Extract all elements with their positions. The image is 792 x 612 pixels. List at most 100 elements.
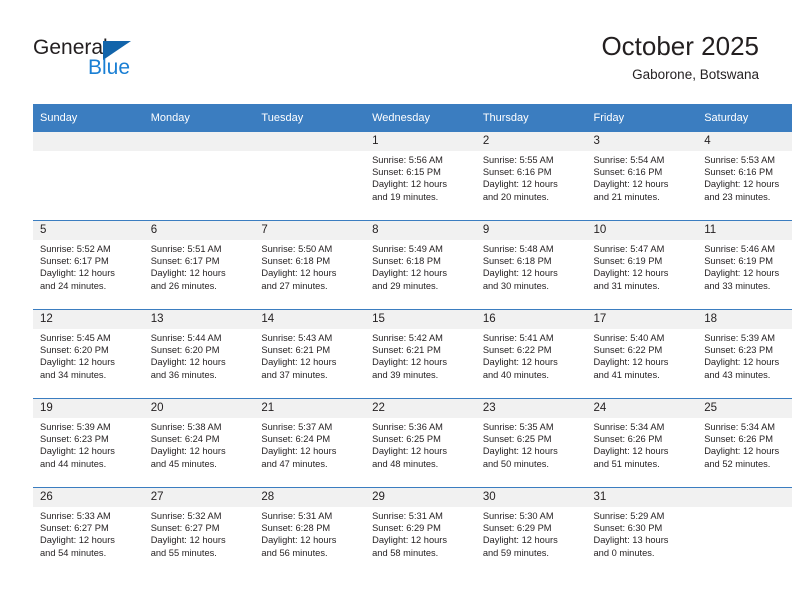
day-details: Sunrise: 5:46 AM Sunset: 6:19 PM Daylight:…: [697, 240, 792, 292]
day-details: Sunrise: 5:31 AM Sunset: 6:28 PM Daylight:…: [254, 507, 365, 559]
daylight-text-line1: Daylight: 12 hours: [150, 357, 226, 368]
calendar-day-cell[interactable]: 7 Sunrise: 5:50 AM Sunset: 6:18 PM Daylight…: [254, 220, 366, 310]
sunrise-text: Sunrise: 5:51 AM: [150, 244, 222, 254]
calendar-day-cell[interactable]: 21 Sunrise: 5:37 AM Sunset: 6:24 PM Dayligh…: [254, 398, 366, 488]
calendar-body: 1 Sunrise: 5:56 AM Sunset: 6:15 PM Daylight…: [33, 132, 792, 576]
day-number: 30: [475, 488, 587, 507]
day-details: Sunrise: 5:41 AM Sunset: 6:22 PM Daylight:…: [476, 329, 587, 381]
day-number: 14: [254, 310, 366, 329]
page-header: General Blue October 2025 Gaborone, Bots…: [0, 0, 792, 104]
daylight-text-line1: Daylight: 12 hours: [372, 268, 448, 279]
day-details: Sunrise: 5:30 AM Sunset: 6:29 PM Daylight:…: [476, 507, 587, 559]
day-number: 28: [254, 488, 366, 507]
day-number: 11: [697, 221, 792, 240]
daylight-text-line1: Daylight: 12 hours: [482, 535, 558, 546]
day-details: Sunrise: 5:56 AM Sunset: 6:15 PM Daylight:…: [365, 151, 476, 203]
calendar-day-cell[interactable]: 24 Sunrise: 5:34 AM Sunset: 6:26 PM Dayligh…: [586, 398, 698, 488]
sunrise-text: Sunrise: 5:39 AM: [40, 422, 111, 432]
calendar-day-cell[interactable]: 23 Sunrise: 5:35 AM Sunset: 6:25 PM Dayligh…: [475, 398, 587, 488]
sunrise-text: Sunrise: 5:39 AM: [704, 333, 776, 343]
calendar-day-cell[interactable]: 1 Sunrise: 5:56 AM Sunset: 6:15 PM Daylight…: [365, 132, 476, 221]
day-number: 2: [475, 132, 587, 151]
calendar-day-cell[interactable]: 3 Sunrise: 5:54 AM Sunset: 6:16 PM Daylight…: [586, 132, 698, 221]
calendar-day-cell[interactable]: 19 Sunrise: 5:39 AM Sunset: 6:23 PM Dayligh…: [33, 398, 144, 488]
calendar-day-cell[interactable]: 4 Sunrise: 5:53 AM Sunset: 6:16 PM Daylight…: [697, 132, 792, 221]
day-number: 19: [33, 399, 144, 418]
calendar-day-cell[interactable]: 27 Sunrise: 5:32 AM Sunset: 6:27 PM Dayligh…: [143, 487, 255, 576]
day-number: 18: [697, 310, 792, 329]
calendar-week-row: 5 Sunrise: 5:52 AM Sunset: 6:17 PM Daylight…: [33, 220, 792, 310]
weekday-header-row: Sunday Monday Tuesday Wednesday Thursday…: [33, 104, 792, 132]
calendar-day-cell[interactable]: 14 Sunrise: 5:43 AM Sunset: 6:21 PM Dayligh…: [254, 309, 366, 399]
day-details: Sunrise: 5:38 AM Sunset: 6:24 PM Daylight:…: [144, 418, 255, 470]
sunrise-text: Sunrise: 5:31 AM: [261, 511, 333, 521]
sunset-text: Sunset: 6:21 PM: [261, 345, 331, 356]
calendar-day-cell[interactable]: 12 Sunrise: 5:45 AM Sunset: 6:20 PM Dayligh…: [33, 309, 144, 399]
calendar-day-cell[interactable]: 13 Sunrise: 5:44 AM Sunset: 6:20 PM Dayligh…: [143, 309, 255, 399]
calendar-table: Sunday Monday Tuesday Wednesday Thursday…: [33, 104, 792, 576]
day-number: [33, 132, 144, 151]
day-details: Sunrise: 5:49 AM Sunset: 6:18 PM Daylight:…: [365, 240, 476, 292]
sunset-text: Sunset: 6:26 PM: [593, 434, 663, 445]
daylight-text-line1: Daylight: 12 hours: [40, 446, 115, 457]
logo-text-blue: Blue: [88, 56, 131, 79]
daylight-text-line1: Daylight: 12 hours: [372, 357, 448, 368]
daylight-text-line1: Daylight: 12 hours: [40, 268, 115, 279]
calendar-day-cell[interactable]: 2 Sunrise: 5:55 AM Sunset: 6:16 PM Daylight…: [475, 132, 587, 221]
day-details: Sunrise: 5:35 AM Sunset: 6:25 PM Daylight:…: [476, 418, 587, 470]
calendar-day-cell[interactable]: 10 Sunrise: 5:47 AM Sunset: 6:19 PM Dayligh…: [586, 220, 698, 310]
day-number: 27: [143, 488, 255, 507]
calendar-day-cell[interactable]: 30 Sunrise: 5:30 AM Sunset: 6:29 PM Dayligh…: [475, 487, 587, 576]
daylight-text-line1: Daylight: 12 hours: [593, 357, 669, 368]
calendar-day-cell[interactable]: 5 Sunrise: 5:52 AM Sunset: 6:17 PM Daylight…: [33, 220, 144, 310]
calendar-day-cell[interactable]: 9 Sunrise: 5:48 AM Sunset: 6:18 PM Daylight…: [475, 220, 587, 310]
daylight-text-line1: Daylight: 12 hours: [40, 535, 115, 546]
sunrise-text: Sunrise: 5:45 AM: [40, 333, 111, 343]
weekday-header-saturday: Saturday: [697, 104, 792, 132]
calendar-day-cell[interactable]: 15 Sunrise: 5:42 AM Sunset: 6:21 PM Dayligh…: [365, 309, 476, 399]
calendar-day-cell[interactable]: 11 Sunrise: 5:46 AM Sunset: 6:19 PM Dayligh…: [697, 220, 792, 310]
calendar-day-cell[interactable]: 26 Sunrise: 5:33 AM Sunset: 6:27 PM Dayligh…: [33, 487, 144, 576]
day-details: Sunrise: 5:42 AM Sunset: 6:21 PM Daylight:…: [365, 329, 476, 381]
sunset-text: Sunset: 6:16 PM: [593, 167, 663, 178]
calendar-day-cell[interactable]: 20 Sunrise: 5:38 AM Sunset: 6:24 PM Dayligh…: [143, 398, 255, 488]
daylight-text-line2: and 23 minutes.: [704, 191, 771, 202]
calendar-day-cell[interactable]: 6 Sunrise: 5:51 AM Sunset: 6:17 PM Daylight…: [143, 220, 255, 310]
day-details: Sunrise: 5:52 AM Sunset: 6:17 PM Daylight:…: [33, 240, 144, 292]
calendar-day-cell[interactable]: 31 Sunrise: 5:29 AM Sunset: 6:30 PM Dayligh…: [586, 487, 698, 576]
day-details: Sunrise: 5:51 AM Sunset: 6:17 PM Daylight:…: [144, 240, 255, 292]
day-number: [143, 132, 255, 151]
sunset-text: Sunset: 6:19 PM: [704, 256, 773, 267]
day-details: Sunrise: 5:33 AM Sunset: 6:27 PM Daylight:…: [33, 507, 144, 559]
day-details: Sunrise: 5:34 AM Sunset: 6:26 PM Daylight:…: [587, 418, 698, 470]
calendar-day-cell[interactable]: 18 Sunrise: 5:39 AM Sunset: 6:23 PM Dayligh…: [697, 309, 792, 399]
weekday-header-thursday: Thursday: [475, 104, 587, 132]
daylight-text-line2: and 30 minutes.: [482, 280, 549, 291]
calendar-day-cell[interactable]: 22 Sunrise: 5:36 AM Sunset: 6:25 PM Dayligh…: [365, 398, 476, 488]
sunrise-text: Sunrise: 5:56 AM: [372, 155, 443, 165]
sunrise-text: Sunrise: 5:40 AM: [593, 333, 665, 343]
calendar-day-cell[interactable]: 29 Sunrise: 5:31 AM Sunset: 6:29 PM Dayligh…: [365, 487, 476, 576]
daylight-text-line2: and 59 minutes.: [482, 547, 549, 558]
calendar-day-cell[interactable]: 28 Sunrise: 5:31 AM Sunset: 6:28 PM Dayligh…: [254, 487, 366, 576]
calendar-day-cell[interactable]: 8 Sunrise: 5:49 AM Sunset: 6:18 PM Daylight…: [365, 220, 476, 310]
calendar-day-cell[interactable]: 16 Sunrise: 5:41 AM Sunset: 6:22 PM Dayligh…: [475, 309, 587, 399]
weekday-header-wednesday: Wednesday: [365, 104, 476, 132]
calendar-day-cell[interactable]: 25 Sunrise: 5:34 AM Sunset: 6:26 PM Dayligh…: [697, 398, 792, 488]
day-details: Sunrise: 5:39 AM Sunset: 6:23 PM Daylight:…: [33, 418, 144, 470]
sunrise-text: Sunrise: 5:48 AM: [482, 244, 554, 254]
daylight-text-line1: Daylight: 12 hours: [704, 179, 780, 190]
day-number: 31: [586, 488, 698, 507]
daylight-text-line2: and 20 minutes.: [482, 191, 549, 202]
general-blue-logo[interactable]: General Blue: [33, 36, 213, 86]
sunrise-text: Sunrise: 5:53 AM: [704, 155, 776, 165]
day-number: [697, 488, 792, 507]
day-details: Sunrise: 5:47 AM Sunset: 6:19 PM Daylight:…: [587, 240, 698, 292]
sunrise-text: Sunrise: 5:30 AM: [482, 511, 554, 521]
sunrise-text: Sunrise: 5:54 AM: [593, 155, 665, 165]
daylight-text-line2: and 55 minutes.: [150, 547, 217, 558]
sunset-text: Sunset: 6:20 PM: [40, 345, 109, 356]
calendar-day-cell[interactable]: 17 Sunrise: 5:40 AM Sunset: 6:22 PM Dayligh…: [586, 309, 698, 399]
day-number: 24: [586, 399, 698, 418]
daylight-text-line1: Daylight: 12 hours: [482, 179, 558, 190]
